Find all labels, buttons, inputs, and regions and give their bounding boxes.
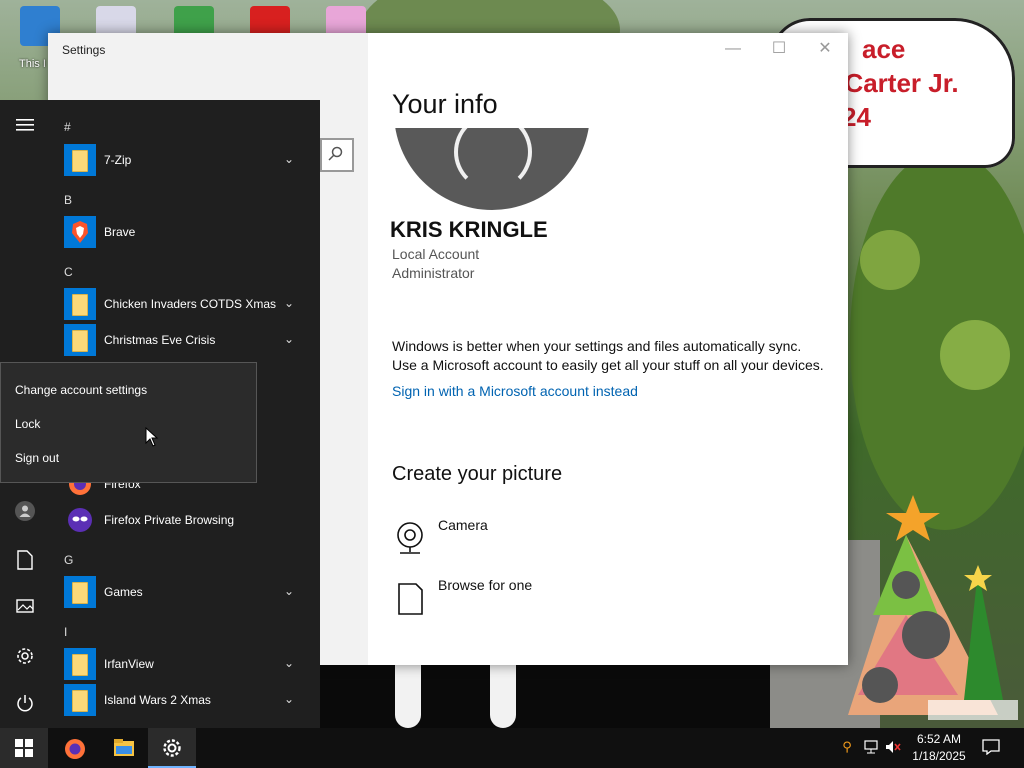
section-letter[interactable]: G [64, 553, 73, 567]
brave-icon [64, 216, 96, 248]
maximize-button[interactable]: ☐ [756, 33, 802, 65]
microsoft-signin-link[interactable]: Sign in with a Microsoft account instead [392, 383, 638, 399]
taskbar-settings[interactable] [148, 728, 196, 768]
chevron-down-icon[interactable]: ⌄ [284, 656, 294, 670]
app-name: Chicken Invaders COTDS Xmas [104, 297, 277, 311]
wallpaper-dark-area [320, 665, 770, 728]
network-icon[interactable] [862, 739, 880, 757]
app-name: IrfanView [104, 657, 154, 671]
account-role: Administrator [392, 265, 475, 281]
pictures-icon[interactable] [13, 598, 37, 622]
app-firefox-private[interactable]: Firefox Private Browsing [64, 504, 306, 538]
user-account-icon[interactable] [13, 500, 37, 524]
documents-icon[interactable] [13, 550, 37, 574]
create-picture-heading: Create your picture [392, 463, 563, 485]
user-avatar [394, 128, 590, 210]
system-clock[interactable]: 6:52 AM 1/18/2025 [900, 731, 978, 765]
app-games[interactable]: Games ⌄ [64, 576, 306, 610]
banner-text: ace [862, 34, 906, 64]
window-title: Settings [62, 43, 106, 57]
desktop-icon-label[interactable]: This I [19, 58, 46, 70]
christmas-tree-graphic [848, 495, 1018, 720]
user-name: KRIS KRINGLE [390, 217, 548, 242]
app-christmas-eve-crisis[interactable]: Christmas Eve Crisis ⌄ [64, 324, 306, 358]
folder-icon [64, 684, 96, 716]
section-letter[interactable]: B [64, 193, 72, 207]
section-letter[interactable]: C [64, 265, 73, 279]
taskbar-file-explorer[interactable] [99, 728, 147, 768]
app-name: Christmas Eve Crisis [104, 333, 216, 347]
camera-option[interactable]: Camera [392, 517, 592, 561]
settings-gear-icon[interactable] [13, 646, 37, 670]
sync-description: Windows is better when your settings and… [392, 338, 802, 354]
app-brave[interactable]: Brave [64, 216, 306, 250]
folder-icon [64, 324, 96, 356]
settings-titlebar[interactable]: Settings — ☐ ✕ [48, 33, 848, 65]
folder-icon [64, 648, 96, 680]
chevron-down-icon[interactable]: ⌄ [284, 692, 294, 706]
app-island-wars[interactable]: Island Wars 2 Xmas ⌄ [64, 684, 306, 718]
app-7zip[interactable]: 7-Zip ⌄ [64, 144, 306, 178]
app-name: 7-Zip [104, 153, 132, 167]
chevron-down-icon[interactable]: ⌄ [284, 332, 294, 346]
app-name: Brave [104, 225, 136, 239]
camera-icon [397, 522, 423, 554]
document-icon [398, 583, 423, 615]
windows-logo-icon [15, 739, 33, 757]
wallpaper-stripe [395, 665, 421, 728]
wallpaper-leaves [940, 320, 1010, 390]
page-title: Your info [392, 89, 498, 119]
app-name: Island Wars 2 Xmas [104, 693, 211, 707]
app-chicken-invaders[interactable]: Chicken Invaders COTDS Xmas ⌄ [64, 288, 306, 322]
app-name: Firefox Private Browsing [104, 513, 235, 527]
minimize-button[interactable]: — [710, 33, 756, 65]
folder-icon [64, 144, 96, 176]
wallpaper-stripe [490, 665, 516, 728]
hamburger-menu-icon[interactable] [13, 118, 37, 142]
notification-icon[interactable] [982, 739, 1000, 757]
app-irfanview[interactable]: IrfanView ⌄ [64, 648, 306, 682]
chevron-down-icon[interactable]: ⌄ [284, 584, 294, 598]
section-letter[interactable]: I [64, 625, 67, 639]
taskbar-firefox[interactable] [50, 728, 98, 768]
firefox-icon [65, 739, 85, 759]
mouse-cursor-icon [145, 427, 159, 447]
folder-icon [64, 288, 96, 320]
settings-gear-icon [163, 739, 181, 757]
folder-icon [64, 576, 96, 608]
close-button[interactable]: ✕ [802, 33, 848, 65]
sign-out-item[interactable]: Sign out [15, 451, 59, 465]
search-magnifier-icon[interactable]: ⚲ [838, 739, 856, 757]
browse-option[interactable]: Browse for one [392, 577, 592, 621]
start-button[interactable] [0, 728, 48, 768]
search-icon [328, 146, 343, 161]
taskbar: ⚲ 6:52 AM 1/18/2025 [0, 728, 1024, 768]
wallpaper-leaves [860, 230, 920, 290]
clock-time: 6:52 AM [916, 732, 962, 746]
change-account-settings-item[interactable]: Change account settings [15, 383, 147, 397]
lock-item[interactable]: Lock [15, 417, 40, 431]
chevron-down-icon[interactable]: ⌄ [284, 296, 294, 310]
camera-label: Camera [438, 517, 488, 533]
section-letter[interactable]: # [64, 120, 71, 134]
banner-text: l Carter Jr. [830, 68, 959, 98]
chevron-down-icon[interactable]: ⌄ [284, 152, 294, 166]
settings-search-box[interactable] [320, 138, 354, 172]
power-icon[interactable] [13, 694, 37, 718]
file-explorer-icon [114, 739, 134, 756]
account-type: Local Account [392, 246, 480, 262]
clock-date: 1/18/2025 [912, 749, 966, 763]
browse-label: Browse for one [438, 577, 533, 593]
firefox-private-icon [64, 504, 96, 536]
sync-description: Use a Microsoft account to easily get al… [392, 357, 824, 373]
account-flyout-menu: Change account settings Lock Sign out [0, 362, 257, 483]
app-name: Games [104, 585, 143, 599]
